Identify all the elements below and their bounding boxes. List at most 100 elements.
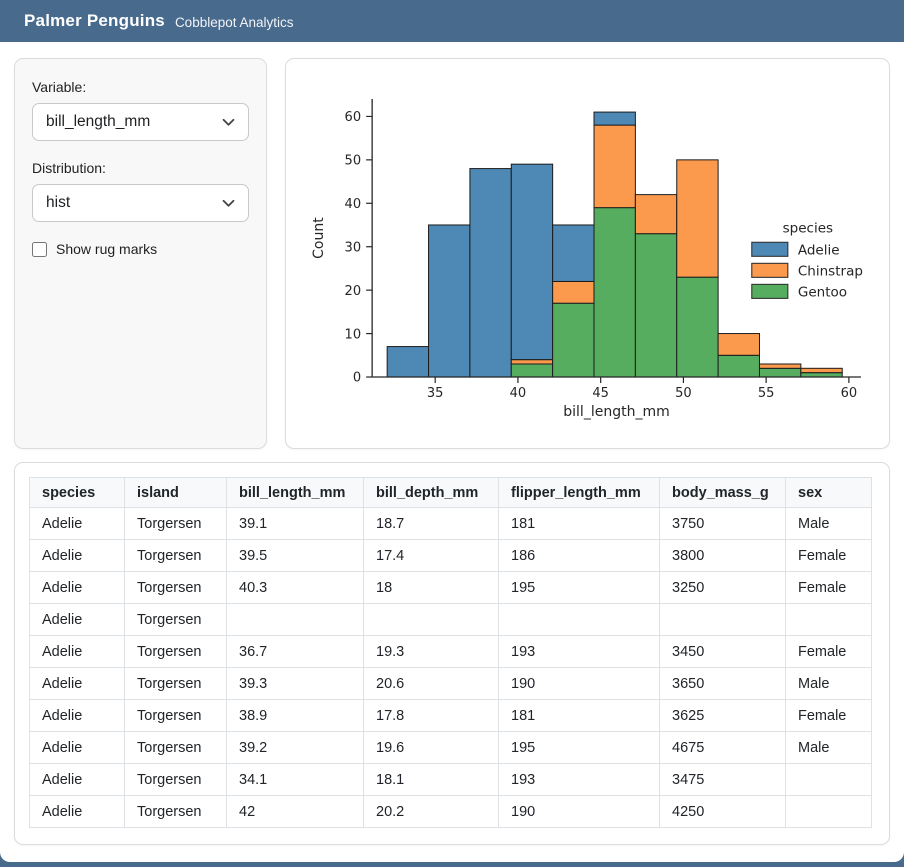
- svg-text:35: 35: [427, 386, 444, 401]
- svg-text:Gentoo: Gentoo: [798, 284, 847, 300]
- table-cell: Torgersen: [125, 572, 227, 604]
- table-cell: Torgersen: [125, 604, 227, 636]
- table-cell: [364, 604, 499, 636]
- histogram-svg: 3540455055600102030405060bill_length_mmC…: [287, 65, 888, 443]
- table-cell: 34.1: [227, 764, 364, 796]
- svg-text:40: 40: [345, 197, 362, 212]
- table-cell: Torgersen: [125, 508, 227, 540]
- svg-text:Adelie: Adelie: [798, 242, 840, 258]
- svg-text:50: 50: [675, 386, 692, 401]
- table-cell: Torgersen: [125, 540, 227, 572]
- table-row: AdelieTorgersen34.118.11933475: [30, 764, 872, 796]
- table-cell: Adelie: [30, 572, 125, 604]
- column-header-bill_depth_mm: bill_depth_mm: [364, 478, 499, 508]
- chevron-down-icon: [222, 118, 235, 127]
- table-cell: 190: [499, 668, 660, 700]
- table-cell: 17.4: [364, 540, 499, 572]
- navbar: Palmer Penguins Cobblepot Analytics: [0, 0, 904, 42]
- svg-text:45: 45: [592, 386, 609, 401]
- chart-panel: 3540455055600102030405060bill_length_mmC…: [285, 58, 890, 449]
- distribution-label: Distribution:: [32, 160, 249, 176]
- svg-text:55: 55: [758, 386, 775, 401]
- svg-text:60: 60: [345, 110, 362, 125]
- table-cell: Adelie: [30, 636, 125, 668]
- table-cell: Adelie: [30, 732, 125, 764]
- table-cell: 20.2: [364, 796, 499, 828]
- table-cell: Female: [786, 700, 872, 732]
- table-cell: 17.8: [364, 700, 499, 732]
- table-row: AdelieTorgersen39.118.71813750Male: [30, 508, 872, 540]
- table-cell: Adelie: [30, 668, 125, 700]
- rug-checkbox[interactable]: [32, 242, 47, 257]
- table-cell: 193: [499, 764, 660, 796]
- variable-select[interactable]: bill_length_mm: [32, 103, 249, 141]
- svg-text:10: 10: [345, 327, 362, 342]
- table-cell: Adelie: [30, 508, 125, 540]
- table-row: AdelieTorgersen38.917.81813625Female: [30, 700, 872, 732]
- table-cell: 195: [499, 732, 660, 764]
- svg-text:species: species: [783, 220, 833, 236]
- table-row: AdelieTorgersen39.517.41863800Female: [30, 540, 872, 572]
- table-cell: 186: [499, 540, 660, 572]
- sidebar-panel: Variable: bill_length_mm Distribution: h…: [14, 58, 267, 449]
- column-header-island: island: [125, 478, 227, 508]
- table-cell: 3650: [660, 668, 786, 700]
- table-cell: 39.3: [227, 668, 364, 700]
- table-cell: 18: [364, 572, 499, 604]
- distribution-select-value: hist: [46, 194, 70, 212]
- column-header-sex: sex: [786, 478, 872, 508]
- table-row: AdelieTorgersen4220.21904250: [30, 796, 872, 828]
- table-cell: 3450: [660, 636, 786, 668]
- table-cell: 181: [499, 700, 660, 732]
- table-cell: [660, 604, 786, 636]
- table-cell: 39.1: [227, 508, 364, 540]
- table-cell: [786, 796, 872, 828]
- table-cell: Female: [786, 572, 872, 604]
- table-cell: 19.3: [364, 636, 499, 668]
- table-cell: Torgersen: [125, 732, 227, 764]
- table-row: AdelieTorgersen39.320.61903650Male: [30, 668, 872, 700]
- svg-text:30: 30: [345, 240, 362, 255]
- table-cell: 20.6: [364, 668, 499, 700]
- table-cell: Adelie: [30, 796, 125, 828]
- table-cell: Adelie: [30, 764, 125, 796]
- main-content: Variable: bill_length_mm Distribution: h…: [0, 42, 904, 862]
- table-cell: 190: [499, 796, 660, 828]
- app-subtitle: Cobblepot Analytics: [175, 12, 294, 30]
- table-cell: Female: [786, 636, 872, 668]
- table-cell: 18.7: [364, 508, 499, 540]
- svg-text:40: 40: [510, 386, 527, 401]
- table-cell: Adelie: [30, 604, 125, 636]
- table-cell: 181: [499, 508, 660, 540]
- table-cell: Torgersen: [125, 636, 227, 668]
- svg-text:Count: Count: [311, 217, 327, 259]
- table-cell: Torgersen: [125, 700, 227, 732]
- table-cell: 4675: [660, 732, 786, 764]
- table-row: AdelieTorgersen36.719.31933450Female: [30, 636, 872, 668]
- table-cell: [227, 604, 364, 636]
- distribution-select[interactable]: hist: [32, 184, 249, 222]
- svg-text:Chinstrap: Chinstrap: [798, 263, 863, 279]
- table-cell: 36.7: [227, 636, 364, 668]
- table-cell: 40.3: [227, 572, 364, 604]
- variable-label: Variable:: [32, 79, 249, 95]
- table-cell: Adelie: [30, 700, 125, 732]
- table-cell: Male: [786, 732, 872, 764]
- chevron-down-icon: [222, 199, 235, 208]
- penguins-table: speciesislandbill_length_mmbill_depth_mm…: [29, 477, 872, 828]
- table-cell: 42: [227, 796, 364, 828]
- table-cell: Torgersen: [125, 764, 227, 796]
- table-row: AdelieTorgersen40.3181953250Female: [30, 572, 872, 604]
- svg-text:bill_length_mm: bill_length_mm: [563, 404, 670, 420]
- svg-text:20: 20: [345, 284, 362, 299]
- table-cell: 4250: [660, 796, 786, 828]
- column-header-bill_length_mm: bill_length_mm: [227, 478, 364, 508]
- table-cell: 38.9: [227, 700, 364, 732]
- svg-text:60: 60: [841, 386, 858, 401]
- table-cell: 3750: [660, 508, 786, 540]
- table-cell: 3475: [660, 764, 786, 796]
- table-cell: Male: [786, 508, 872, 540]
- table-cell: [786, 764, 872, 796]
- table-cell: Torgersen: [125, 668, 227, 700]
- table-cell: 39.5: [227, 540, 364, 572]
